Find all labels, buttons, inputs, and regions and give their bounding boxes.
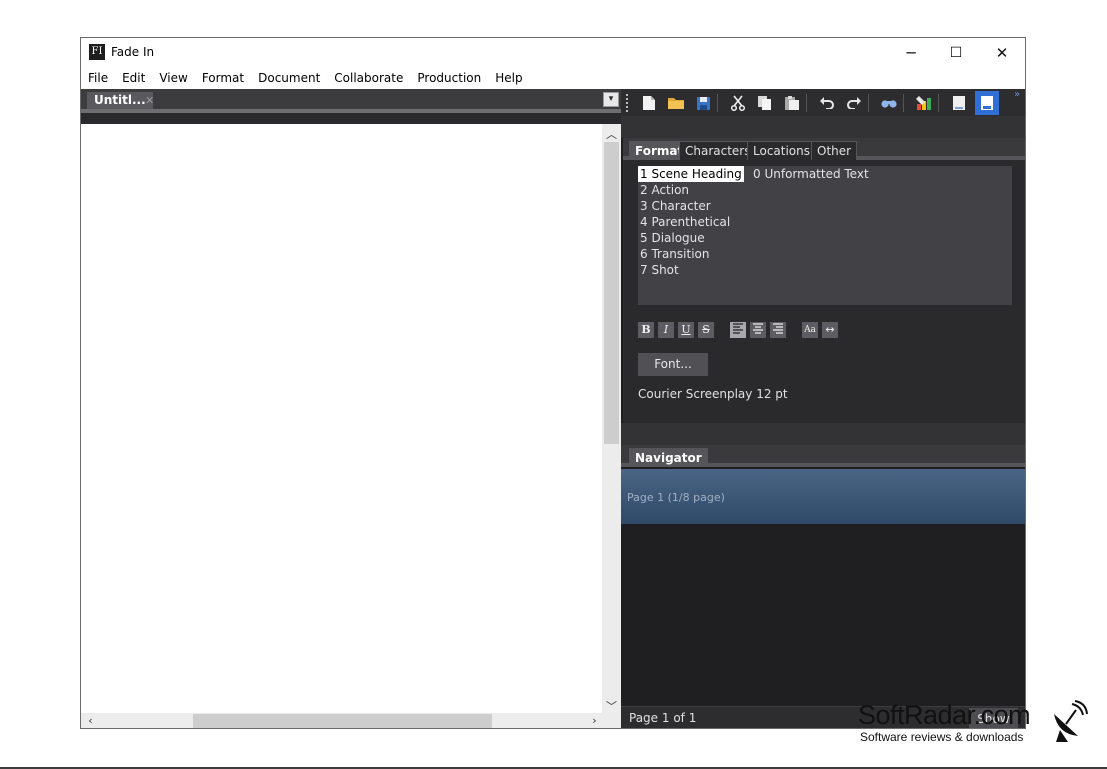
- bold-button[interactable]: B: [638, 322, 654, 338]
- menu-production[interactable]: Production: [410, 68, 488, 88]
- toolbar-overflow-icon[interactable]: »: [1014, 89, 1020, 100]
- element-scene-heading[interactable]: 1 Scene Heading: [638, 166, 744, 182]
- navigator-page-label: Page 1 (1/8 page): [627, 491, 725, 504]
- menu-collaborate[interactable]: Collaborate: [327, 68, 410, 88]
- toolbar-separator: [717, 94, 718, 112]
- satellite-dish-icon: [1048, 700, 1088, 742]
- tab-characters[interactable]: Characters: [679, 141, 757, 160]
- strikethrough-button[interactable]: S: [698, 322, 714, 338]
- menu-format[interactable]: Format: [195, 68, 251, 88]
- cut-icon[interactable]: [728, 93, 748, 113]
- single-page-view-icon[interactable]: [949, 93, 969, 113]
- navigator-panel: Navigator Page 1 (1/8 page): [621, 445, 1025, 728]
- main-toolbar: »: [621, 89, 1025, 116]
- vertical-scrollbar[interactable]: ︿ ﹀: [602, 124, 621, 713]
- menu-bar: File Edit View Format Document Collabora…: [81, 68, 1025, 88]
- toolbar-separator: [938, 94, 939, 112]
- element-unformatted-text[interactable]: 0 Unformatted Text: [751, 166, 871, 182]
- new-document-icon[interactable]: [639, 93, 659, 113]
- element-dialogue[interactable]: 5 Dialogue: [638, 230, 707, 246]
- close-button[interactable]: ✕: [979, 38, 1025, 68]
- menu-view[interactable]: View: [152, 68, 194, 88]
- paste-icon[interactable]: [782, 93, 802, 113]
- scroll-up-icon[interactable]: ︿: [602, 126, 621, 142]
- watermark: SoftRadar.com Software reviews & downloa…: [856, 698, 1088, 748]
- underline-button[interactable]: U: [678, 322, 694, 338]
- horizontal-scrollbar[interactable]: ‹ ›: [81, 713, 621, 728]
- script-editor-pane: Untitl... ✕ ▾ ︿ ﹀ ‹ ›: [81, 89, 621, 728]
- tab-locations[interactable]: Locations: [747, 141, 817, 160]
- undo-icon[interactable]: [817, 93, 837, 113]
- align-center-icon[interactable]: [750, 322, 766, 338]
- horizontal-scroll-thumb[interactable]: [193, 714, 492, 728]
- toolbar-separator: [903, 94, 904, 112]
- close-tab-icon[interactable]: ✕: [145, 92, 153, 109]
- menu-document[interactable]: Document: [251, 68, 327, 88]
- panel-spacer: [621, 423, 1025, 445]
- change-case-button[interactable]: Aa: [802, 322, 818, 338]
- element-shot[interactable]: 7 Shot: [638, 262, 681, 278]
- document-tab-label: Untitl...: [94, 93, 146, 107]
- italic-button[interactable]: I: [658, 322, 674, 338]
- page-count: Page 1 of 1: [629, 711, 697, 725]
- tab-list-dropdown[interactable]: ▾: [603, 92, 619, 107]
- text-width-button[interactable]: ↔: [822, 322, 838, 338]
- window-title: Fade In: [111, 45, 155, 59]
- maximize-button[interactable]: ☐: [933, 38, 979, 68]
- menu-help[interactable]: Help: [488, 68, 529, 88]
- vertical-scroll-thumb[interactable]: [604, 142, 619, 444]
- menu-edit[interactable]: Edit: [115, 68, 152, 88]
- toolbar-separator: [806, 94, 807, 112]
- font-button[interactable]: Font...: [638, 353, 708, 376]
- side-panel: » Format Characters Locations Other 1 Sc…: [621, 89, 1025, 728]
- scroll-down-icon[interactable]: ﹀: [602, 698, 621, 714]
- toolbar-grip[interactable]: [626, 94, 629, 112]
- color-highlight-icon[interactable]: [914, 93, 934, 113]
- document-tab-bar: Untitl... ✕ ▾: [81, 89, 621, 109]
- element-character[interactable]: 3 Character: [638, 198, 713, 214]
- copy-icon[interactable]: [755, 93, 775, 113]
- tab-other[interactable]: Other: [811, 141, 858, 160]
- title-bar[interactable]: FI Fade In ─ ☐ ✕: [81, 38, 1025, 68]
- align-right-icon[interactable]: [770, 322, 786, 338]
- find-icon[interactable]: [879, 93, 899, 113]
- format-panel: Format Characters Locations Other 1 Scen…: [623, 138, 1025, 423]
- toolbar-separator: [868, 94, 869, 112]
- panel-spacer: [621, 116, 1025, 138]
- script-page[interactable]: [81, 124, 602, 713]
- minimize-button[interactable]: ─: [888, 38, 934, 68]
- format-panel-tab-bar: Format Characters Locations Other: [623, 138, 1025, 160]
- page-view-icon[interactable]: [975, 91, 999, 115]
- app-window: FI Fade In ─ ☐ ✕ File Edit View Format D…: [80, 37, 1026, 729]
- font-description: Courier Screenplay 12 pt: [638, 387, 788, 401]
- watermark-title: SoftRadar.com: [858, 700, 1031, 730]
- save-icon[interactable]: [693, 93, 713, 113]
- menu-file[interactable]: File: [81, 68, 115, 88]
- watermark-subtitle: Software reviews & downloads: [860, 730, 1024, 744]
- navigator-page-item[interactable]: Page 1 (1/8 page): [621, 469, 1025, 524]
- navigator-tab-bar: Navigator: [621, 445, 1025, 467]
- tab-navigator[interactable]: Navigator: [629, 448, 708, 467]
- document-tab[interactable]: Untitl... ✕: [87, 92, 153, 109]
- editor-ruler: [81, 109, 621, 124]
- element-transition[interactable]: 6 Transition: [638, 246, 711, 262]
- scroll-right-icon[interactable]: ›: [585, 714, 604, 727]
- open-folder-icon[interactable]: [666, 93, 686, 113]
- scroll-left-icon[interactable]: ‹: [81, 714, 100, 727]
- element-parenthetical[interactable]: 4 Parenthetical: [638, 214, 732, 230]
- element-list: 1 Scene Heading 0 Unformatted Text 2 Act…: [638, 166, 1012, 305]
- redo-icon[interactable]: [844, 93, 864, 113]
- element-action[interactable]: 2 Action: [638, 182, 691, 198]
- align-left-icon[interactable]: [730, 322, 746, 338]
- app-icon: FI: [89, 44, 105, 60]
